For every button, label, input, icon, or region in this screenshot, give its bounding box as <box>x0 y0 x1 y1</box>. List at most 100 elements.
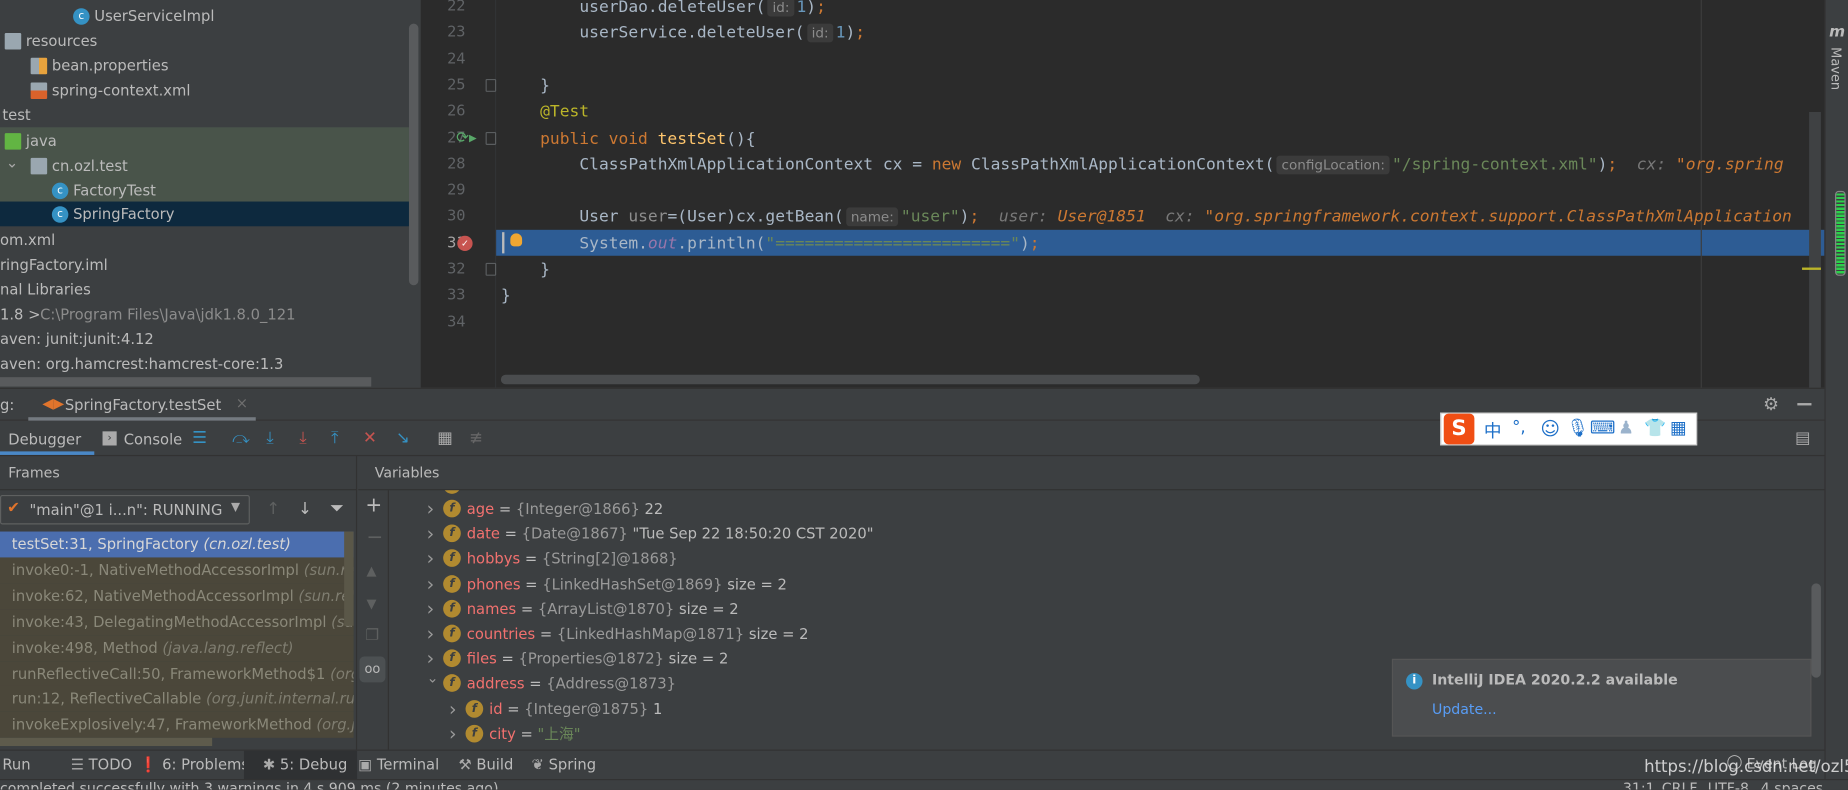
stack-frame[interactable]: invokeExplosively:47, FrameworkMethod (o… <box>0 712 354 739</box>
run-to-cursor-icon[interactable]: ↘ <box>396 430 410 446</box>
filter-icon[interactable]: ⏷ <box>330 497 344 518</box>
line-separator[interactable]: CRLF <box>1662 780 1698 789</box>
stack-frame[interactable]: run:12, ReflectiveCallable (org.junit.in… <box>0 686 354 713</box>
tree-item[interactable]: c UserServiceImpl <box>0 4 409 29</box>
chevron-right-icon[interactable]: › <box>449 696 457 721</box>
gear-icon[interactable]: ⚙ <box>1763 394 1779 415</box>
variable-row[interactable]: › f names = {ArrayList@1870} size = 2 <box>390 596 1804 621</box>
indent-setting[interactable]: 4 spaces <box>1761 780 1823 789</box>
evaluate-expression-icon[interactable]: ▦ <box>437 430 453 446</box>
step-out-icon[interactable]: ⤒ <box>331 430 338 446</box>
frame-up-icon[interactable]: ↑ <box>266 500 280 519</box>
stack-frame[interactable]: invoke:498, Method (java.lang.reflect) <box>0 634 354 661</box>
frame-down-icon[interactable]: ↓ <box>298 500 312 519</box>
chevron-right-icon[interactable]: › <box>449 721 457 746</box>
tree-item[interactable]: c FactoryTest <box>0 178 409 203</box>
file-encoding[interactable]: UTF-8 <box>1708 780 1749 789</box>
tab-console[interactable]: › Console <box>99 421 182 455</box>
glasses-icon[interactable]: oo <box>359 656 386 683</box>
variable-row[interactable]: › f age = {Integer@1866} 22 <box>390 496 1804 521</box>
tree-item[interactable]: test <box>0 103 409 128</box>
variables-vertical-scrollbar[interactable] <box>1811 583 1821 678</box>
breakpoint-icon[interactable]: ✓ <box>457 235 473 252</box>
remove-watch-icon[interactable]: − <box>367 526 384 550</box>
code-line[interactable]: public void testSet(){ <box>540 126 755 152</box>
tool-tab[interactable]: ☰ TODO <box>71 751 132 779</box>
chevron-down-icon[interactable]: ⌄ <box>427 666 439 691</box>
code-line[interactable]: System.out.println("====================… <box>579 231 1039 257</box>
variable-row[interactable]: › f date = {Date@1867} "Tue Sep 22 18:50:2… <box>390 521 1804 546</box>
code-line[interactable]: userService.deleteUser(id: 1); <box>579 20 865 46</box>
chevron-right-icon[interactable]: › <box>427 571 435 596</box>
fold-marker-icon[interactable] <box>485 131 497 145</box>
tool-tab[interactable]: ❦ Spring <box>532 751 597 779</box>
ime-punct[interactable]: °, <box>1512 418 1525 437</box>
tree-item[interactable]: ringFactory.iml <box>0 252 409 277</box>
project-horizontal-scrollbar[interactable] <box>0 377 372 387</box>
trace-stream-icon[interactable]: ≢ <box>469 430 483 446</box>
tree-item[interactable]: ⌄ cn.ozl.test <box>0 153 409 178</box>
project-vertical-scrollbar[interactable] <box>408 23 419 286</box>
code-line[interactable]: ClassPathXmlApplicationContext cx = new … <box>579 152 1784 178</box>
tree-item[interactable]: bean.properties <box>0 53 409 78</box>
toolbox-icon[interactable]: ▦ <box>1670 417 1687 438</box>
tree-item[interactable]: aven: junit:junit:4.12 <box>0 327 409 352</box>
code-line[interactable]: userDao.deleteUser(id: 1); <box>579 0 826 20</box>
tab-debugger[interactable]: Debugger <box>0 421 95 455</box>
memory-indicator[interactable] <box>1835 190 1846 276</box>
thread-selector[interactable]: ✔ "main"@1 i...n": RUNNING ▼ <box>0 494 250 525</box>
variable-row[interactable]: › f countries = {LinkedHashMap@1871} size … <box>390 621 1804 646</box>
tree-item[interactable]: resources <box>0 28 409 53</box>
variable-row[interactable]: › f hobbys = {String[2]@1868} <box>390 546 1804 571</box>
frames-horizontal-scrollbar[interactable] <box>0 737 213 747</box>
tree-item[interactable]: c SpringFactory <box>0 201 409 227</box>
step-over-icon[interactable]: ⤼ <box>232 430 250 446</box>
code-line[interactable]: } <box>540 257 550 283</box>
editor-horizontal-scrollbar[interactable] <box>500 374 1200 385</box>
tool-tab[interactable]: ▣ Terminal <box>358 751 439 779</box>
move-down-icon[interactable]: ▼ <box>367 596 377 611</box>
code-line[interactable]: @Test <box>540 99 589 125</box>
caret-position[interactable]: 31:1 <box>1623 780 1655 789</box>
keyboard-icon[interactable]: ⌨ <box>1590 417 1616 438</box>
tree-item[interactable]: nal Libraries <box>0 277 409 302</box>
skin-icon[interactable]: 👕 <box>1644 417 1666 438</box>
chevron-right-icon[interactable]: › <box>427 596 435 621</box>
fold-marker-icon[interactable] <box>485 78 497 92</box>
copy-icon[interactable]: ❐ <box>365 627 379 645</box>
frames-vertical-scrollbar[interactable] <box>344 531 354 626</box>
chevron-right-icon[interactable]: › <box>427 546 435 571</box>
move-up-icon[interactable]: ▲ <box>367 563 377 578</box>
tree-item[interactable]: spring-context.xml <box>0 78 409 103</box>
maven-tool-button[interactable]: Maven <box>1828 47 1843 90</box>
user-icon[interactable]: ♟ <box>1618 417 1634 438</box>
tool-tab[interactable]: ✱ 5: Debug <box>243 750 357 780</box>
tool-tab[interactable]: ⚒ Build <box>458 751 513 779</box>
stack-frame[interactable]: runReflectiveCall:50, FrameworkMethod$1 … <box>0 660 354 687</box>
debug-session-tab[interactable]: ◀▶ SpringFactory.testSet × <box>28 389 256 421</box>
variable-row[interactable]: › f phones = {LinkedHashSet@1869} size = 2 <box>390 571 1804 596</box>
code-editor[interactable]: 22 userDao.deleteUser(id: 1); 23 userService… <box>420 0 1825 388</box>
tool-tab[interactable]: Run <box>2 751 30 779</box>
update-link[interactable]: Update... <box>1432 701 1497 718</box>
force-step-into-icon[interactable]: ⤓ <box>299 430 306 446</box>
run-test-icon[interactable]: ⟳▸ <box>456 130 477 148</box>
lightbulb-icon[interactable] <box>510 233 523 247</box>
editor-vertical-scrollbar[interactable] <box>1809 111 1821 388</box>
tree-item[interactable]: aven: org.hamcrest:hamcrest-core:1.3 <box>0 352 409 377</box>
microphone-icon[interactable]: 🎙 <box>1566 417 1588 438</box>
stack-frame[interactable]: invoke0:-1, NativeMethodAccessorImpl (su… <box>0 557 354 584</box>
stack-frame[interactable]: invoke:62, NativeMethodAccessorImpl (sun… <box>0 583 354 610</box>
stack-frame[interactable]: invoke:43, DelegatingMethodAccessorImpl … <box>0 608 354 635</box>
tree-item[interactable]: om.xml <box>0 227 409 252</box>
ime-mode[interactable]: 中 <box>1484 418 1502 443</box>
tree-item[interactable]: java <box>0 128 409 153</box>
ime-toolbar[interactable]: S 中 °, ☺ 🎙 ⌨ ♟ 👕 ▦ <box>1440 412 1698 446</box>
minimize-icon[interactable] <box>1797 403 1812 406</box>
status-message[interactable]: completed successfully with 3 warnings i… <box>0 780 498 789</box>
threads-menu-icon[interactable]: ☰ <box>192 430 207 446</box>
emoji-icon[interactable]: ☺ <box>1540 417 1560 439</box>
chevron-down-icon[interactable]: ⌄ <box>6 149 18 174</box>
chevron-right-icon[interactable]: › <box>427 621 435 646</box>
code-line[interactable]: } <box>501 283 511 309</box>
